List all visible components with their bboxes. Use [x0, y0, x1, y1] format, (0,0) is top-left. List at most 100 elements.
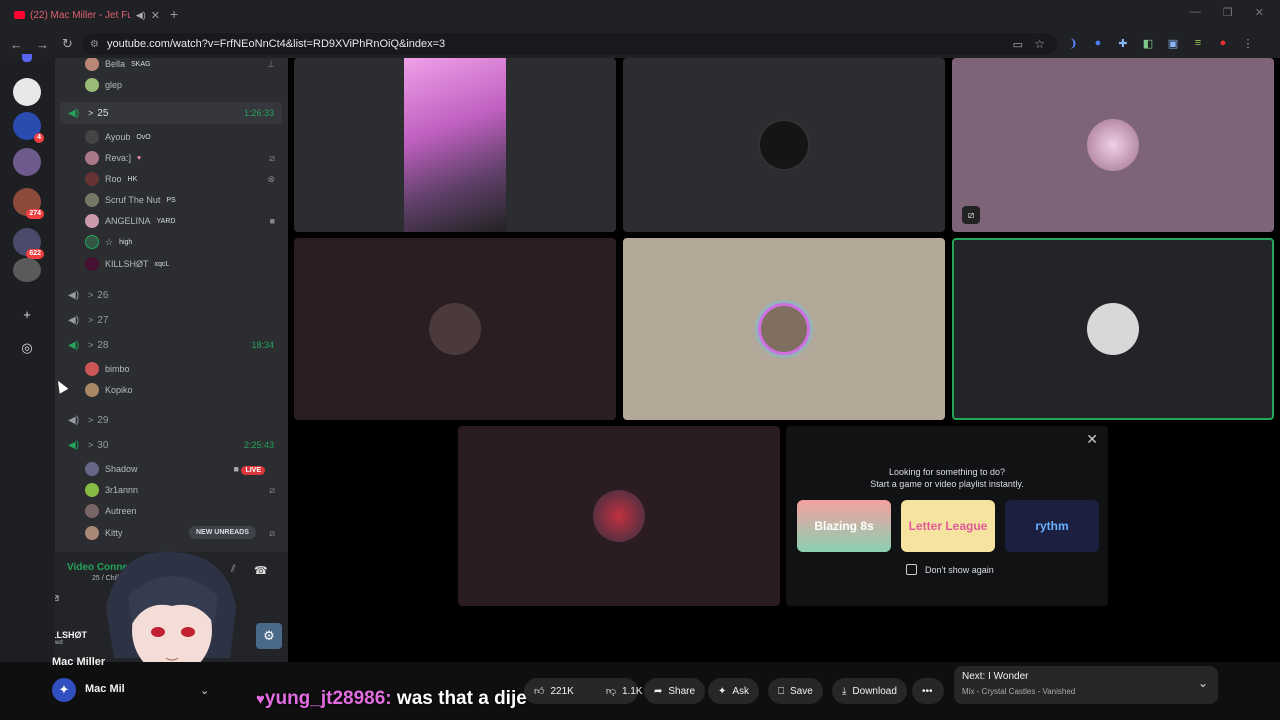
- voice-channel-30[interactable]: ◀) >30 2:25:43: [60, 434, 282, 456]
- list-item[interactable]: Roo HK ⊗: [85, 169, 275, 189]
- sparkle-icon: ✦: [718, 685, 727, 697]
- save-button[interactable]: ⎕ Save: [768, 678, 823, 704]
- server-icon[interactable]: 4: [13, 112, 44, 143]
- chevron-down-icon[interactable]: ⌄: [1198, 676, 1208, 690]
- server-icon[interactable]: [22, 54, 32, 62]
- voice-channel-27[interactable]: ◀) >27: [60, 309, 282, 331]
- member-name: Roo: [105, 174, 122, 184]
- ask-button[interactable]: ✦ Ask: [708, 678, 760, 704]
- list-item[interactable]: glep: [85, 75, 275, 95]
- install-icon[interactable]: ▭: [1013, 38, 1023, 51]
- list-item[interactable]: Ayoub OvO: [85, 127, 275, 147]
- list-item[interactable]: ☆ high: [85, 232, 275, 252]
- reload-icon[interactable]: ↻: [62, 36, 78, 52]
- extension-icon[interactable]: ≡: [1191, 36, 1205, 50]
- minimize-icon[interactable]: —: [1190, 6, 1201, 19]
- list-item[interactable]: ANGELINA YARD ■: [85, 211, 275, 231]
- tab-title: (22) Mac Miller - Jet Fuel: [30, 9, 131, 21]
- activity-card-blazing[interactable]: Blazing 8s: [797, 500, 891, 552]
- audio-icon[interactable]: ◀): [136, 10, 146, 21]
- dont-show-again[interactable]: Don't show again: [906, 564, 994, 575]
- voice-channel-26[interactable]: ◀) >26: [60, 284, 282, 306]
- new-unreads-badge[interactable]: NEW UNREADS: [189, 526, 256, 539]
- profile-avatar-icon[interactable]: ●: [1216, 36, 1230, 50]
- more-actions-button[interactable]: •••: [912, 678, 944, 704]
- maximize-icon[interactable]: ❐: [1223, 6, 1233, 19]
- discover-icon[interactable]: ◎: [20, 341, 34, 355]
- download-button[interactable]: ⤓ Download: [832, 678, 907, 704]
- video-tile[interactable]: ⧄: [952, 58, 1274, 232]
- list-item[interactable]: Shadow ■ LIVE: [85, 459, 275, 479]
- ask-label: Ask: [732, 685, 750, 697]
- add-server-icon[interactable]: +: [20, 308, 34, 322]
- back-icon[interactable]: ←: [10, 37, 26, 52]
- camera-off-icon[interactable]: ⧄: [55, 592, 59, 605]
- address-bar[interactable]: ⚙ youtube.com/watch?v=FrfNEoNnCt4&list=R…: [82, 33, 1057, 55]
- avatar: [85, 193, 99, 207]
- list-item[interactable]: Reva:] ♥ ⧄: [85, 148, 275, 168]
- like-button[interactable]: 👍︎ 221K: [524, 678, 584, 704]
- share-button[interactable]: ➦ Share: [644, 678, 706, 704]
- server-folder-icon[interactable]: [13, 148, 41, 176]
- extension-icon[interactable]: ◧: [1141, 36, 1155, 50]
- extension-icon[interactable]: ❩: [1066, 36, 1080, 50]
- forward-icon[interactable]: →: [36, 37, 52, 52]
- list-item[interactable]: 3r1annn ⧄: [85, 480, 275, 500]
- bookmark-star-icon[interactable]: ☆: [1034, 37, 1045, 51]
- close-icon[interactable]: ✕: [1086, 431, 1098, 448]
- list-item[interactable]: Bella SKAG ⊥: [85, 58, 275, 74]
- list-item[interactable]: Autreen: [85, 501, 275, 521]
- video-tile[interactable]: [458, 426, 780, 606]
- like-count: 221K: [550, 685, 574, 697]
- server-icon[interactable]: [13, 78, 41, 106]
- speaker-icon: ◀): [68, 107, 80, 119]
- member-name: Kitty: [105, 528, 123, 538]
- activity-card-label: Letter League: [908, 519, 988, 533]
- close-window-icon[interactable]: ✕: [1255, 6, 1264, 19]
- server-folder-icon[interactable]: [13, 258, 41, 282]
- share-label: Share: [668, 685, 696, 697]
- list-item[interactable]: Kopiko: [85, 380, 275, 400]
- server-icon[interactable]: 622: [13, 228, 44, 259]
- checkbox[interactable]: [906, 564, 917, 575]
- video-tile[interactable]: [623, 58, 945, 232]
- video-tile-speaking[interactable]: [952, 238, 1274, 420]
- chevron-down-icon[interactable]: ⌄: [200, 684, 209, 697]
- voice-channel-28[interactable]: ◀) >28 18:34: [60, 334, 282, 356]
- member-name: Autreen: [105, 506, 137, 516]
- video-tile[interactable]: [623, 238, 945, 420]
- channel-name: 28: [97, 339, 109, 351]
- site-info-icon[interactable]: ⚙: [90, 39, 99, 50]
- new-tab-button[interactable]: +: [170, 6, 178, 22]
- video-title-partial: Mac Miller: [52, 656, 106, 668]
- more-dots-icon: •••: [922, 685, 933, 697]
- settings-gear-icon[interactable]: ⚙: [256, 623, 282, 649]
- member-name: ☆: [105, 236, 114, 247]
- extension-icon[interactable]: ●: [1091, 36, 1105, 50]
- close-tab-icon[interactable]: ✕: [151, 9, 160, 22]
- channel-name: 30: [97, 439, 109, 451]
- activity-card-letter-league[interactable]: Letter League: [901, 500, 995, 552]
- video-tile[interactable]: [294, 58, 616, 232]
- list-item[interactable]: KILLSHØT xqcL: [85, 254, 275, 274]
- channel-name[interactable]: Mac Mil: [85, 683, 125, 695]
- activity-card-rythm[interactable]: rythm: [1005, 500, 1099, 552]
- video-tile[interactable]: [294, 238, 616, 420]
- avatar: [85, 362, 99, 376]
- list-item[interactable]: Scruf The Nut PS: [85, 190, 275, 210]
- channel-avatar[interactable]: ✦: [52, 678, 76, 702]
- avatar: [85, 58, 99, 71]
- menu-dots-icon[interactable]: ⋮: [1241, 36, 1255, 50]
- dont-show-label: Don't show again: [925, 564, 994, 575]
- puzzle-icon[interactable]: ✚: [1116, 36, 1130, 50]
- server-icon[interactable]: 274: [13, 188, 44, 219]
- browser-tab[interactable]: (22) Mac Miller - Jet Fuel ◀) ✕: [6, 4, 160, 26]
- list-item[interactable]: bimbo: [85, 359, 275, 379]
- disconnect-icon[interactable]: ☎: [254, 564, 268, 577]
- voice-channel-25[interactable]: ◀) >25 1:26:33: [60, 102, 282, 124]
- voice-channel-29[interactable]: ◀) >29: [60, 409, 282, 431]
- up-next-card[interactable]: Next: I Wonder Mix - Crystal Castles - V…: [954, 666, 1218, 704]
- member-name: Ayoub: [105, 132, 131, 142]
- member-name: Shadow: [105, 464, 138, 474]
- extension-icon[interactable]: ▣: [1166, 36, 1180, 50]
